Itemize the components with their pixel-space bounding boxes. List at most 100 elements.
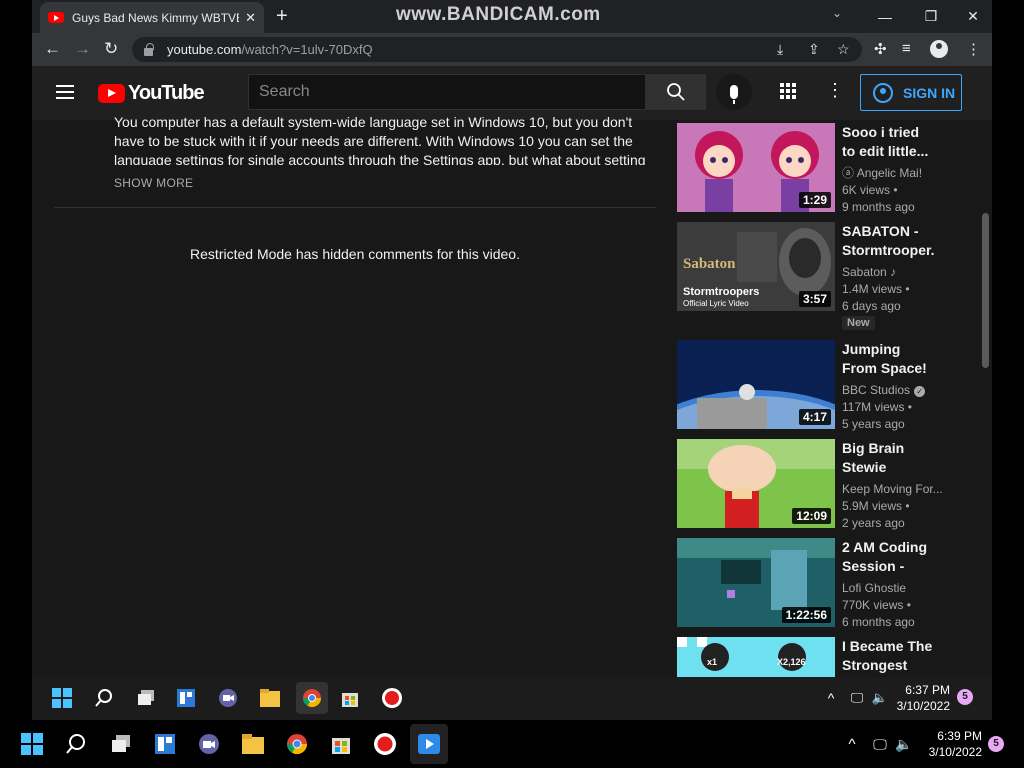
video-channel[interactable]: Lofi Ghostie	[842, 580, 962, 597]
youtube-header: YouTube Search ⋮ SIGN IN	[32, 66, 992, 120]
video-description: You computer has a default system-wide l…	[114, 114, 646, 165]
tab-close-icon[interactable]: ✕	[245, 10, 256, 26]
video-title[interactable]: SABATON - Stormtrooper...	[842, 222, 934, 260]
video-thumbnail[interactable]: 1:22:56	[677, 538, 835, 627]
thumb-subtitle-text: Official Lyric Video	[683, 299, 749, 308]
network-icon[interactable]: 🖵	[845, 686, 869, 710]
sign-in-button[interactable]: SIGN IN	[860, 74, 962, 111]
video-channel[interactable]: ⓐ Angelic Mai!	[842, 165, 962, 182]
search-input[interactable]: Search	[248, 74, 646, 110]
video-channel[interactable]: Keep Moving For...	[842, 481, 962, 498]
video-duration: 4:17	[798, 409, 831, 425]
browser-toolbar: ← → ↻ youtube.com/watch?v=1ulv-70DxfQ ⤓ …	[32, 33, 992, 66]
windows-start-icon[interactable]	[50, 686, 74, 710]
network-icon[interactable]: 🖵	[868, 732, 892, 756]
video-thumbnail[interactable]: x1 X2,126	[677, 637, 835, 677]
show-more-button[interactable]: SHOW MORE	[114, 176, 193, 190]
task-view-icon[interactable]	[134, 686, 158, 710]
voice-search-button[interactable]	[716, 74, 752, 110]
restricted-mode-message: Restricted Mode has hidden comments for …	[190, 246, 520, 262]
maximize-button[interactable]: ❐	[908, 0, 954, 33]
extensions-puzzle-icon[interactable]: ✣	[874, 40, 887, 58]
video-title[interactable]: I Became The Strongest Her...	[842, 637, 934, 675]
video-channel[interactable]: BBC Studios ✓	[842, 382, 962, 399]
video-title[interactable]: Big Brain Stewie	[842, 439, 934, 477]
bandicam-record-icon[interactable]	[373, 732, 397, 756]
close-window-button[interactable]: ✕	[954, 0, 992, 33]
video-thumbnail[interactable]: 12:09	[677, 439, 835, 528]
file-explorer-icon[interactable]	[241, 732, 265, 756]
search-button[interactable]	[646, 74, 706, 110]
task-view-icon[interactable]	[109, 732, 133, 756]
search-icon[interactable]	[92, 686, 116, 710]
profile-avatar-icon[interactable]	[930, 40, 948, 58]
install-app-icon[interactable]: ⤓	[777, 41, 783, 58]
outer-desktop: Guys Bad News Kimmy WBTVE R ✕ + www.BAND…	[0, 0, 1024, 768]
video-title[interactable]: Jumping From Space! - Red...	[842, 340, 934, 378]
more-options-icon[interactable]: ⋮	[826, 80, 844, 100]
hamburger-menu-icon[interactable]	[56, 85, 74, 99]
url-host: youtube.com	[167, 42, 242, 57]
outer-clock[interactable]: 6:39 PM 3/10/2022	[920, 728, 982, 760]
media-control-icon[interactable]: ≡	[902, 40, 911, 57]
video-age: 9 months ago	[842, 200, 915, 214]
video-channel[interactable]: Sabaton ♪	[842, 264, 962, 281]
volume-icon[interactable]: 🔈	[868, 686, 892, 710]
file-explorer-icon[interactable]	[258, 686, 282, 710]
inner-taskbar: ^ 🖵 🔈 6:37 PM 3/10/2022 5	[32, 677, 992, 720]
video-title[interactable]: 2 AM Coding Session - Lofi...	[842, 538, 934, 576]
reload-icon[interactable]: ↻	[104, 39, 118, 59]
media-player-icon[interactable]	[410, 724, 448, 764]
new-tab-button[interactable]: +	[276, 4, 288, 28]
tab-title: Guys Bad News Kimmy WBTVE R	[72, 10, 240, 25]
chrome-icon[interactable]	[285, 732, 309, 756]
page-scrollbar[interactable]	[982, 213, 989, 368]
inner-clock[interactable]: 6:37 PM 3/10/2022	[894, 682, 950, 714]
sign-in-label: SIGN IN	[903, 84, 956, 101]
store-icon[interactable]	[329, 732, 353, 756]
tray-chevron-up-icon[interactable]: ^	[819, 686, 843, 710]
minimize-button[interactable]: —	[862, 0, 908, 33]
bandicam-record-icon[interactable]	[380, 686, 404, 710]
bookmark-star-icon[interactable]: ☆	[837, 41, 850, 58]
thumb-right-label: X2,126	[777, 657, 806, 667]
teams-chat-icon[interactable]	[216, 686, 240, 710]
video-age: 6 days ago	[842, 299, 901, 313]
inner-time: 6:37 PM	[905, 683, 950, 697]
tab-search-chevron-icon[interactable]: ⌄	[832, 6, 842, 20]
forward-arrow-icon[interactable]: →	[74, 39, 91, 59]
inner-notification-badge[interactable]: 5	[957, 689, 973, 705]
video-title[interactable]: Sooo i tried to edit little...	[842, 123, 934, 161]
youtube-logo[interactable]: YouTube	[98, 82, 205, 105]
back-arrow-icon[interactable]: ←	[44, 39, 61, 59]
tray-chevron-up-icon[interactable]: ^	[840, 732, 864, 756]
video-views: 6K views •	[842, 183, 898, 197]
sabaton-thumb-logo: Sabaton	[683, 256, 736, 272]
browser-tab[interactable]: Guys Bad News Kimmy WBTVE R ✕	[40, 2, 264, 33]
video-thumbnail[interactable]: Sabaton Stormtroopers Official Lyric Vid…	[677, 222, 835, 311]
verified-check-icon: ✓	[914, 386, 926, 397]
related-video-6[interactable]: x1 X2,126 I Became The Strongest Her...	[677, 637, 967, 677]
widgets-icon[interactable]	[174, 686, 198, 710]
new-badge: New	[842, 316, 875, 330]
recorded-screen: Guys Bad News Kimmy WBTVE R ✕ + www.BAND…	[32, 0, 992, 720]
video-views: 117M views •	[842, 400, 913, 414]
search-icon[interactable]	[64, 732, 88, 756]
windows-start-icon[interactable]	[20, 732, 44, 756]
browser-menu-icon[interactable]: ⋮	[966, 40, 981, 58]
thumb-title-text: Stormtroopers	[683, 286, 760, 298]
outer-notification-badge[interactable]: 5	[988, 736, 1004, 752]
youtube-wordmark: YouTube	[128, 82, 205, 104]
microphone-icon	[730, 85, 738, 104]
video-thumbnail[interactable]: 4:17	[677, 340, 835, 429]
volume-icon[interactable]: 🔈	[892, 732, 916, 756]
share-icon[interactable]: ⇪	[808, 41, 820, 58]
apps-grid-icon[interactable]	[780, 83, 796, 99]
chrome-icon[interactable]	[296, 682, 328, 714]
video-views: 1.4M views •	[842, 282, 910, 296]
store-icon[interactable]	[338, 686, 362, 710]
address-bar[interactable]: youtube.com/watch?v=1ulv-70DxfQ	[132, 37, 862, 62]
video-thumbnail[interactable]: 1:29	[677, 123, 835, 212]
teams-chat-icon[interactable]	[197, 732, 221, 756]
widgets-icon[interactable]	[153, 732, 177, 756]
